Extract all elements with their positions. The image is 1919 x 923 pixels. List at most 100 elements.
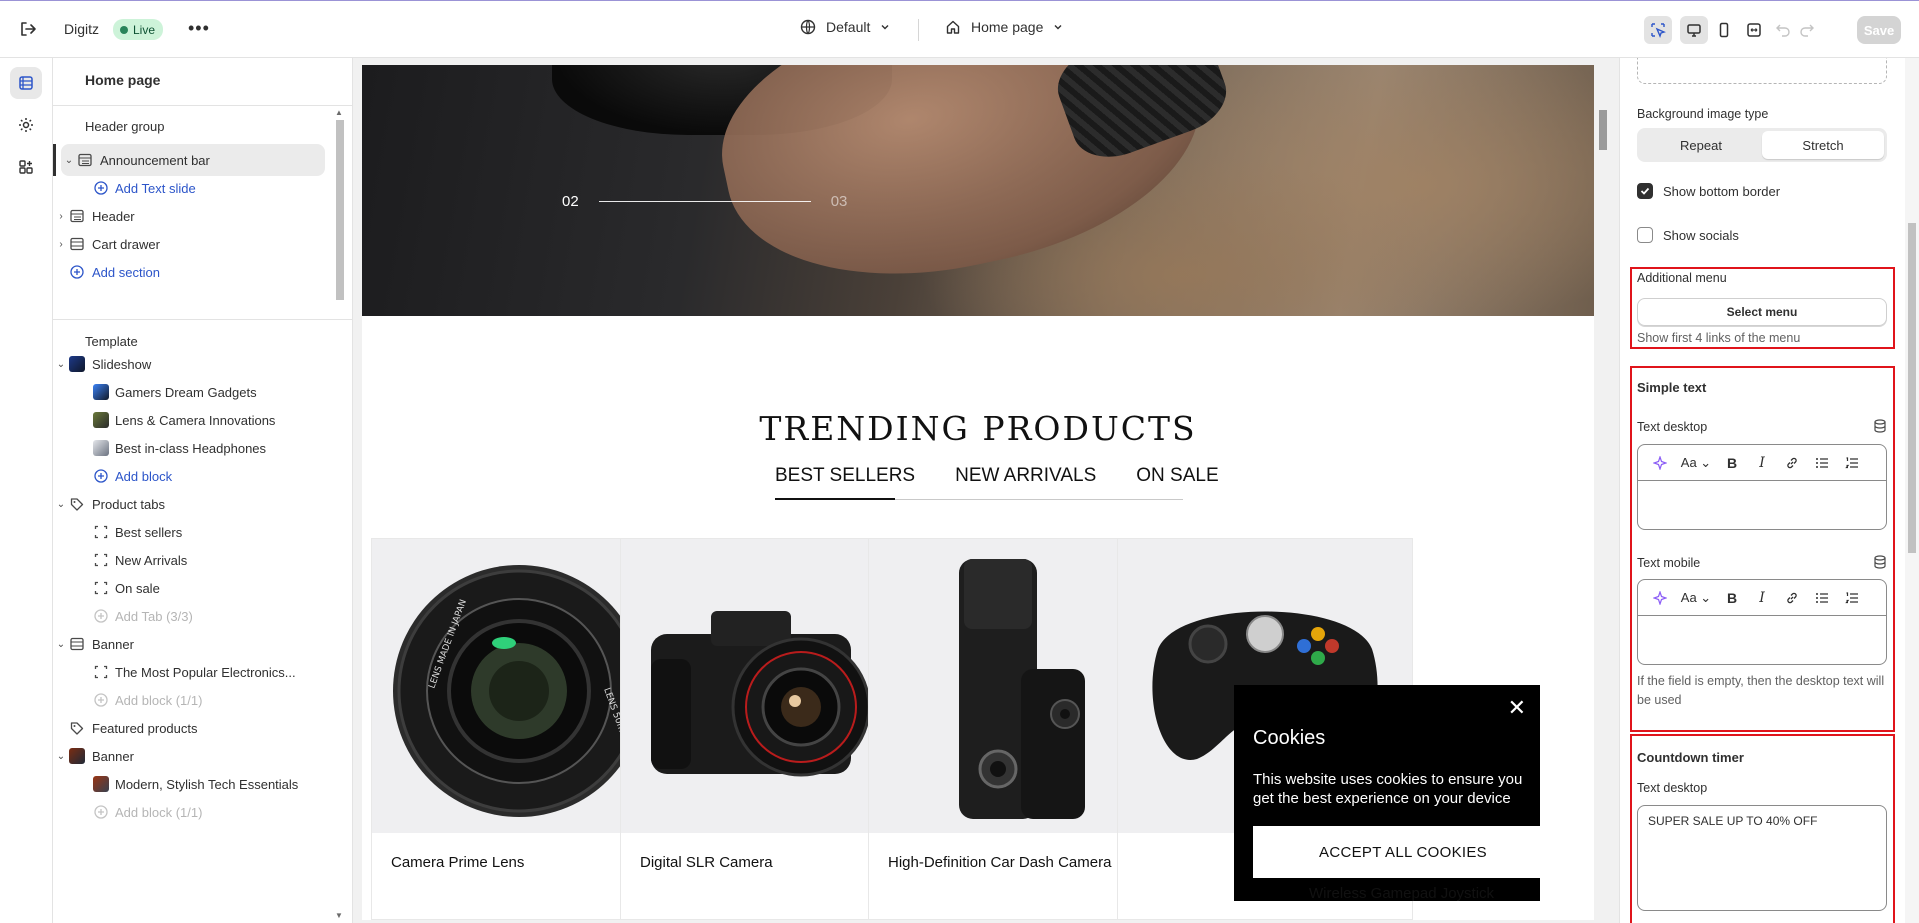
desktop-icon[interactable] xyxy=(1680,16,1708,44)
product-name[interactable]: Wireless Gamepad Joystick xyxy=(1309,885,1494,902)
option-stretch[interactable]: Stretch xyxy=(1762,131,1884,159)
editor-toolbar: Aa ⌄ B I xyxy=(1638,580,1886,616)
tab-best-sellers[interactable]: BEST SELLERS xyxy=(775,465,915,493)
section-icon xyxy=(69,636,85,652)
chevron-down-icon[interactable]: ⌄ xyxy=(55,499,67,510)
tab-on-sale[interactable]: ON SALE xyxy=(1136,465,1218,493)
exit-icon[interactable] xyxy=(18,19,38,39)
slideshow-hero[interactable]: 02 03 xyxy=(362,65,1594,316)
sections-icon[interactable] xyxy=(10,67,42,99)
save-button[interactable]: Save xyxy=(1857,16,1901,44)
gear-icon[interactable] xyxy=(10,109,42,141)
tab-new-arrivals[interactable]: NEW ARRIVALS xyxy=(955,465,1096,493)
scroll-up-icon[interactable]: ▲ xyxy=(335,108,343,117)
theme-select[interactable]: Default xyxy=(800,19,890,35)
checkbox-empty-icon[interactable] xyxy=(1637,227,1653,243)
product-tabs: BEST SELLERS NEW ARRIVALS ON SALE xyxy=(775,465,1219,493)
ai-sparkle-icon[interactable] xyxy=(1648,586,1672,610)
inspector-toggle[interactable] xyxy=(1644,15,1672,45)
undo-icon[interactable] xyxy=(1775,21,1791,40)
apps-icon[interactable] xyxy=(10,151,42,183)
product-name[interactable]: Camera Prime Lens xyxy=(391,854,524,871)
scrollbar-thumb[interactable] xyxy=(1599,110,1607,150)
divider xyxy=(53,105,352,106)
accept-cookies-button[interactable]: ACCEPT ALL COOKIES xyxy=(1253,826,1553,878)
text-mobile-editor[interactable]: Aa ⌄ B I xyxy=(1637,579,1887,665)
sidebar-scrollbar[interactable]: ▲ ▼ xyxy=(334,108,346,920)
image-thumb xyxy=(93,776,109,792)
link-icon[interactable] xyxy=(1780,586,1804,610)
italic-icon[interactable]: I xyxy=(1750,586,1774,610)
inspector-icon[interactable] xyxy=(1644,16,1672,44)
chevron-right-icon[interactable]: › xyxy=(55,239,67,250)
bullet-list-icon[interactable] xyxy=(1810,586,1834,610)
tree-item-label: Lens & Camera Innovations xyxy=(115,412,276,428)
text-style-icon[interactable]: Aa ⌄ xyxy=(1678,451,1714,475)
template-label: Template xyxy=(85,334,138,349)
chevron-down-icon[interactable]: ⌄ xyxy=(55,751,67,762)
show-socials-checkbox[interactable]: Show socials xyxy=(1637,227,1739,243)
full-width-icon[interactable] xyxy=(1740,16,1768,44)
text-desktop-editor[interactable]: Aa ⌄ B I xyxy=(1637,444,1887,530)
show-bottom-border-checkbox[interactable]: Show bottom border xyxy=(1637,183,1780,199)
plus-circle-icon xyxy=(93,608,109,624)
tree-item-label: Product tabs xyxy=(92,496,165,512)
scrollbar-thumb[interactable] xyxy=(1908,223,1916,553)
image-picker[interactable] xyxy=(1637,58,1887,84)
chevron-right-icon[interactable]: › xyxy=(55,211,67,222)
ai-sparkle-icon[interactable] xyxy=(1648,451,1672,475)
chevron-down-icon[interactable]: ⌄ xyxy=(63,155,75,166)
slide-current[interactable]: 02 xyxy=(562,193,579,210)
slide-next[interactable]: 03 xyxy=(831,193,848,210)
slide-navigation[interactable]: 02 03 xyxy=(562,193,847,210)
redo-icon[interactable] xyxy=(1799,21,1815,40)
link-icon[interactable] xyxy=(1780,451,1804,475)
product-name[interactable]: Digital SLR Camera xyxy=(640,854,773,871)
page-select[interactable]: Home page xyxy=(945,19,1063,35)
image-thumb xyxy=(93,384,109,400)
plus-circle-icon xyxy=(93,468,109,484)
option-repeat[interactable]: Repeat xyxy=(1640,131,1762,159)
sidebar-title: Home page xyxy=(85,72,161,88)
preview-scrollbar[interactable] xyxy=(1596,65,1610,920)
tree-item-label: Add section xyxy=(92,264,160,280)
cookie-banner: ✕ Cookies This website uses cookies to e… xyxy=(1234,685,1553,901)
home-icon xyxy=(946,20,960,34)
text-style-icon[interactable]: Aa ⌄ xyxy=(1678,586,1714,610)
chevron-down-icon[interactable]: ⌄ xyxy=(55,639,67,650)
tree-item-label: Add block xyxy=(115,468,173,484)
divider xyxy=(53,319,352,320)
active-tab-indicator xyxy=(775,498,895,500)
select-menu-button[interactable]: Select menu xyxy=(1637,298,1887,326)
countdown-text-desktop-field[interactable]: SUPER SALE UP TO 40% OFF xyxy=(1637,805,1887,911)
numbered-list-icon[interactable] xyxy=(1840,586,1864,610)
dynamic-source-icon[interactable] xyxy=(1873,555,1887,569)
scrollbar-thumb[interactable] xyxy=(336,120,344,300)
theme-select-label: Default xyxy=(826,19,871,35)
scroll-down-icon[interactable]: ▼ xyxy=(335,911,343,920)
bullet-list-icon[interactable] xyxy=(1810,451,1834,475)
add-section-button[interactable]: Add section xyxy=(53,256,325,288)
section-icon xyxy=(69,208,85,224)
more-actions-icon[interactable]: ••• xyxy=(188,18,210,39)
bg-image-type-label: Background image type xyxy=(1637,107,1769,121)
numbered-list-icon[interactable] xyxy=(1840,451,1864,475)
bg-image-type-segmented: Repeat Stretch xyxy=(1637,128,1887,162)
close-icon[interactable]: ✕ xyxy=(1508,697,1526,719)
mobile-icon[interactable] xyxy=(1710,16,1738,44)
product-name[interactable]: High-Definition Car Dash Camera xyxy=(888,854,1111,871)
store-preview: 02 03 TRENDING PRODUCTS BEST SELLERS NEW… xyxy=(362,65,1594,920)
italic-icon[interactable]: I xyxy=(1750,451,1774,475)
checkbox-checked-icon[interactable] xyxy=(1637,183,1653,199)
bold-icon[interactable]: B xyxy=(1720,586,1744,610)
slideshow-thumb xyxy=(69,356,85,372)
tree-item-label: Header xyxy=(92,208,135,224)
dynamic-source-icon[interactable] xyxy=(1873,419,1887,433)
globe-icon xyxy=(800,19,816,35)
history-controls xyxy=(1775,15,1815,45)
settings-scrollbar[interactable] xyxy=(1905,58,1919,923)
chevron-down-icon[interactable]: ⌄ xyxy=(55,359,67,370)
bold-icon[interactable]: B xyxy=(1720,451,1744,475)
sections-sidebar: Home page Header group ⌄ Announcement ba… xyxy=(53,58,353,923)
status-label: Live xyxy=(133,22,156,37)
